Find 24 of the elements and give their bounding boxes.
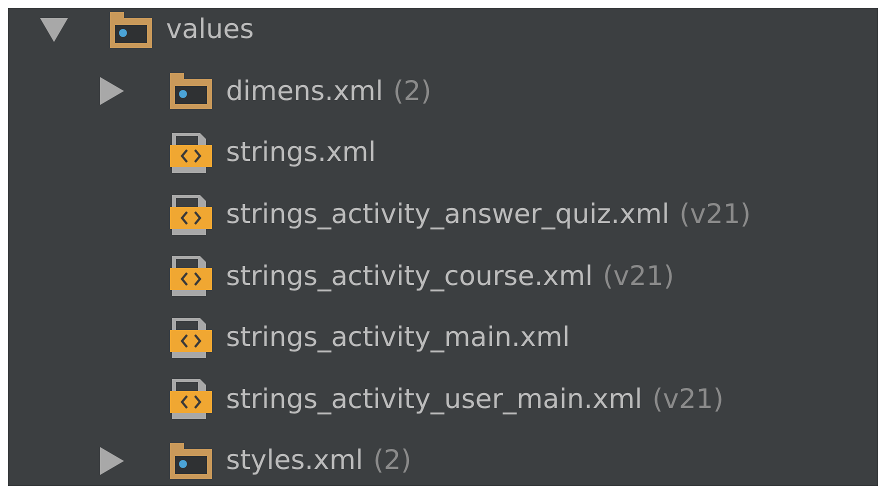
folder-name[interactable]: values	[166, 14, 254, 46]
folder-icon	[170, 73, 212, 110]
file-name[interactable]: strings_activity_course.xml	[226, 260, 593, 292]
variant-count: (v21)	[652, 384, 724, 415]
xml-file-icon	[170, 132, 212, 173]
file-name[interactable]: strings.xml	[226, 137, 376, 168]
xml-file-icon	[170, 256, 212, 296]
folder-name[interactable]: styles.xml	[226, 445, 364, 476]
variant-count: (v21)	[602, 260, 674, 292]
expand-arrow-icon[interactable]	[100, 446, 124, 475]
collapse-arrow-icon[interactable]	[40, 18, 68, 42]
variant-count: (2)	[373, 445, 412, 476]
xml-file-icon	[170, 379, 212, 420]
file-name[interactable]: strings_activity_main.xml	[226, 322, 570, 354]
file-name[interactable]: strings_activity_user_main.xml	[226, 384, 642, 415]
variant-count: (v21)	[679, 199, 751, 230]
variant-count: (2)	[393, 76, 432, 107]
folder-name[interactable]: dimens.xml	[226, 76, 384, 107]
xml-file-icon	[170, 318, 212, 358]
folder-icon	[110, 12, 152, 48]
xml-file-icon	[170, 194, 212, 235]
file-name[interactable]: strings_activity_answer_quiz.xml	[226, 199, 670, 230]
expand-arrow-icon[interactable]	[100, 77, 124, 106]
folder-icon	[170, 442, 212, 479]
